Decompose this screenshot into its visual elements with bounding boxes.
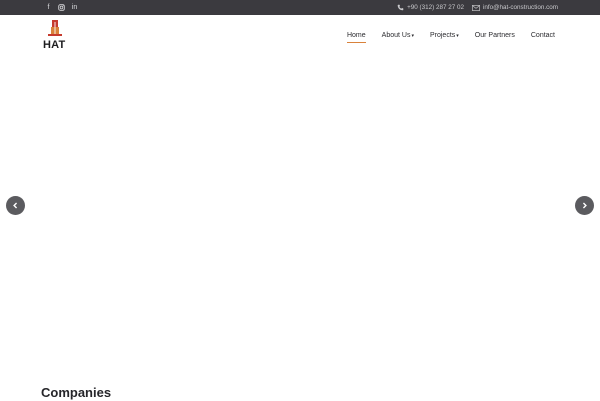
- facebook-icon: f: [47, 4, 50, 11]
- nav-projects[interactable]: Projects▾: [430, 32, 459, 39]
- nav-projects-label: Projects: [429, 31, 456, 39]
- chevron-left-icon: [13, 202, 18, 209]
- companies-heading: Companies: [41, 385, 112, 400]
- nav-contact-label: Contact: [530, 31, 555, 39]
- nav-contact[interactable]: Contact: [531, 32, 555, 39]
- slider-next-button[interactable]: [575, 196, 594, 215]
- slider-prev-button[interactable]: [6, 196, 25, 215]
- main-nav: Home About Us▾ Projects▾ Our Partners Co…: [331, 15, 555, 55]
- logo-text: HAT: [43, 39, 66, 51]
- nav-about-us-label: About Us: [381, 31, 411, 39]
- mail-icon: [472, 4, 480, 11]
- nav-our-partners[interactable]: Our Partners: [475, 32, 515, 39]
- chevron-down-icon: ▾: [411, 32, 414, 39]
- chevron-down-icon: ▾: [456, 32, 459, 39]
- email-address: info@hat-construction.com: [483, 4, 558, 11]
- nav-our-partners-label: Our Partners: [474, 31, 515, 39]
- phone-icon: [397, 4, 404, 11]
- linkedin-icon: in: [71, 4, 78, 11]
- site-header: HAT Home About Us▾ Projects▾ Our Partner…: [0, 15, 600, 55]
- facebook-link[interactable]: f: [42, 2, 55, 13]
- social-links: f in: [42, 2, 81, 13]
- phone-contact[interactable]: +90 (312) 287 27 02: [397, 4, 464, 11]
- nav-home[interactable]: Home: [346, 31, 366, 43]
- chevron-right-icon: [582, 202, 587, 209]
- instagram-icon: [58, 4, 65, 11]
- phone-number: +90 (312) 287 27 02: [407, 4, 464, 11]
- nav-home-label: Home: [346, 31, 366, 39]
- email-contact[interactable]: info@hat-construction.com: [472, 4, 558, 11]
- top-bar: f in +90 (312) 287 27 02 info@hat-constr…: [0, 0, 600, 15]
- instagram-link[interactable]: [55, 2, 68, 13]
- linkedin-link[interactable]: in: [68, 2, 81, 13]
- hero-slider: [0, 55, 600, 375]
- contact-info: +90 (312) 287 27 02 info@hat-constructio…: [389, 0, 558, 15]
- nav-about-us[interactable]: About Us▾: [382, 32, 414, 39]
